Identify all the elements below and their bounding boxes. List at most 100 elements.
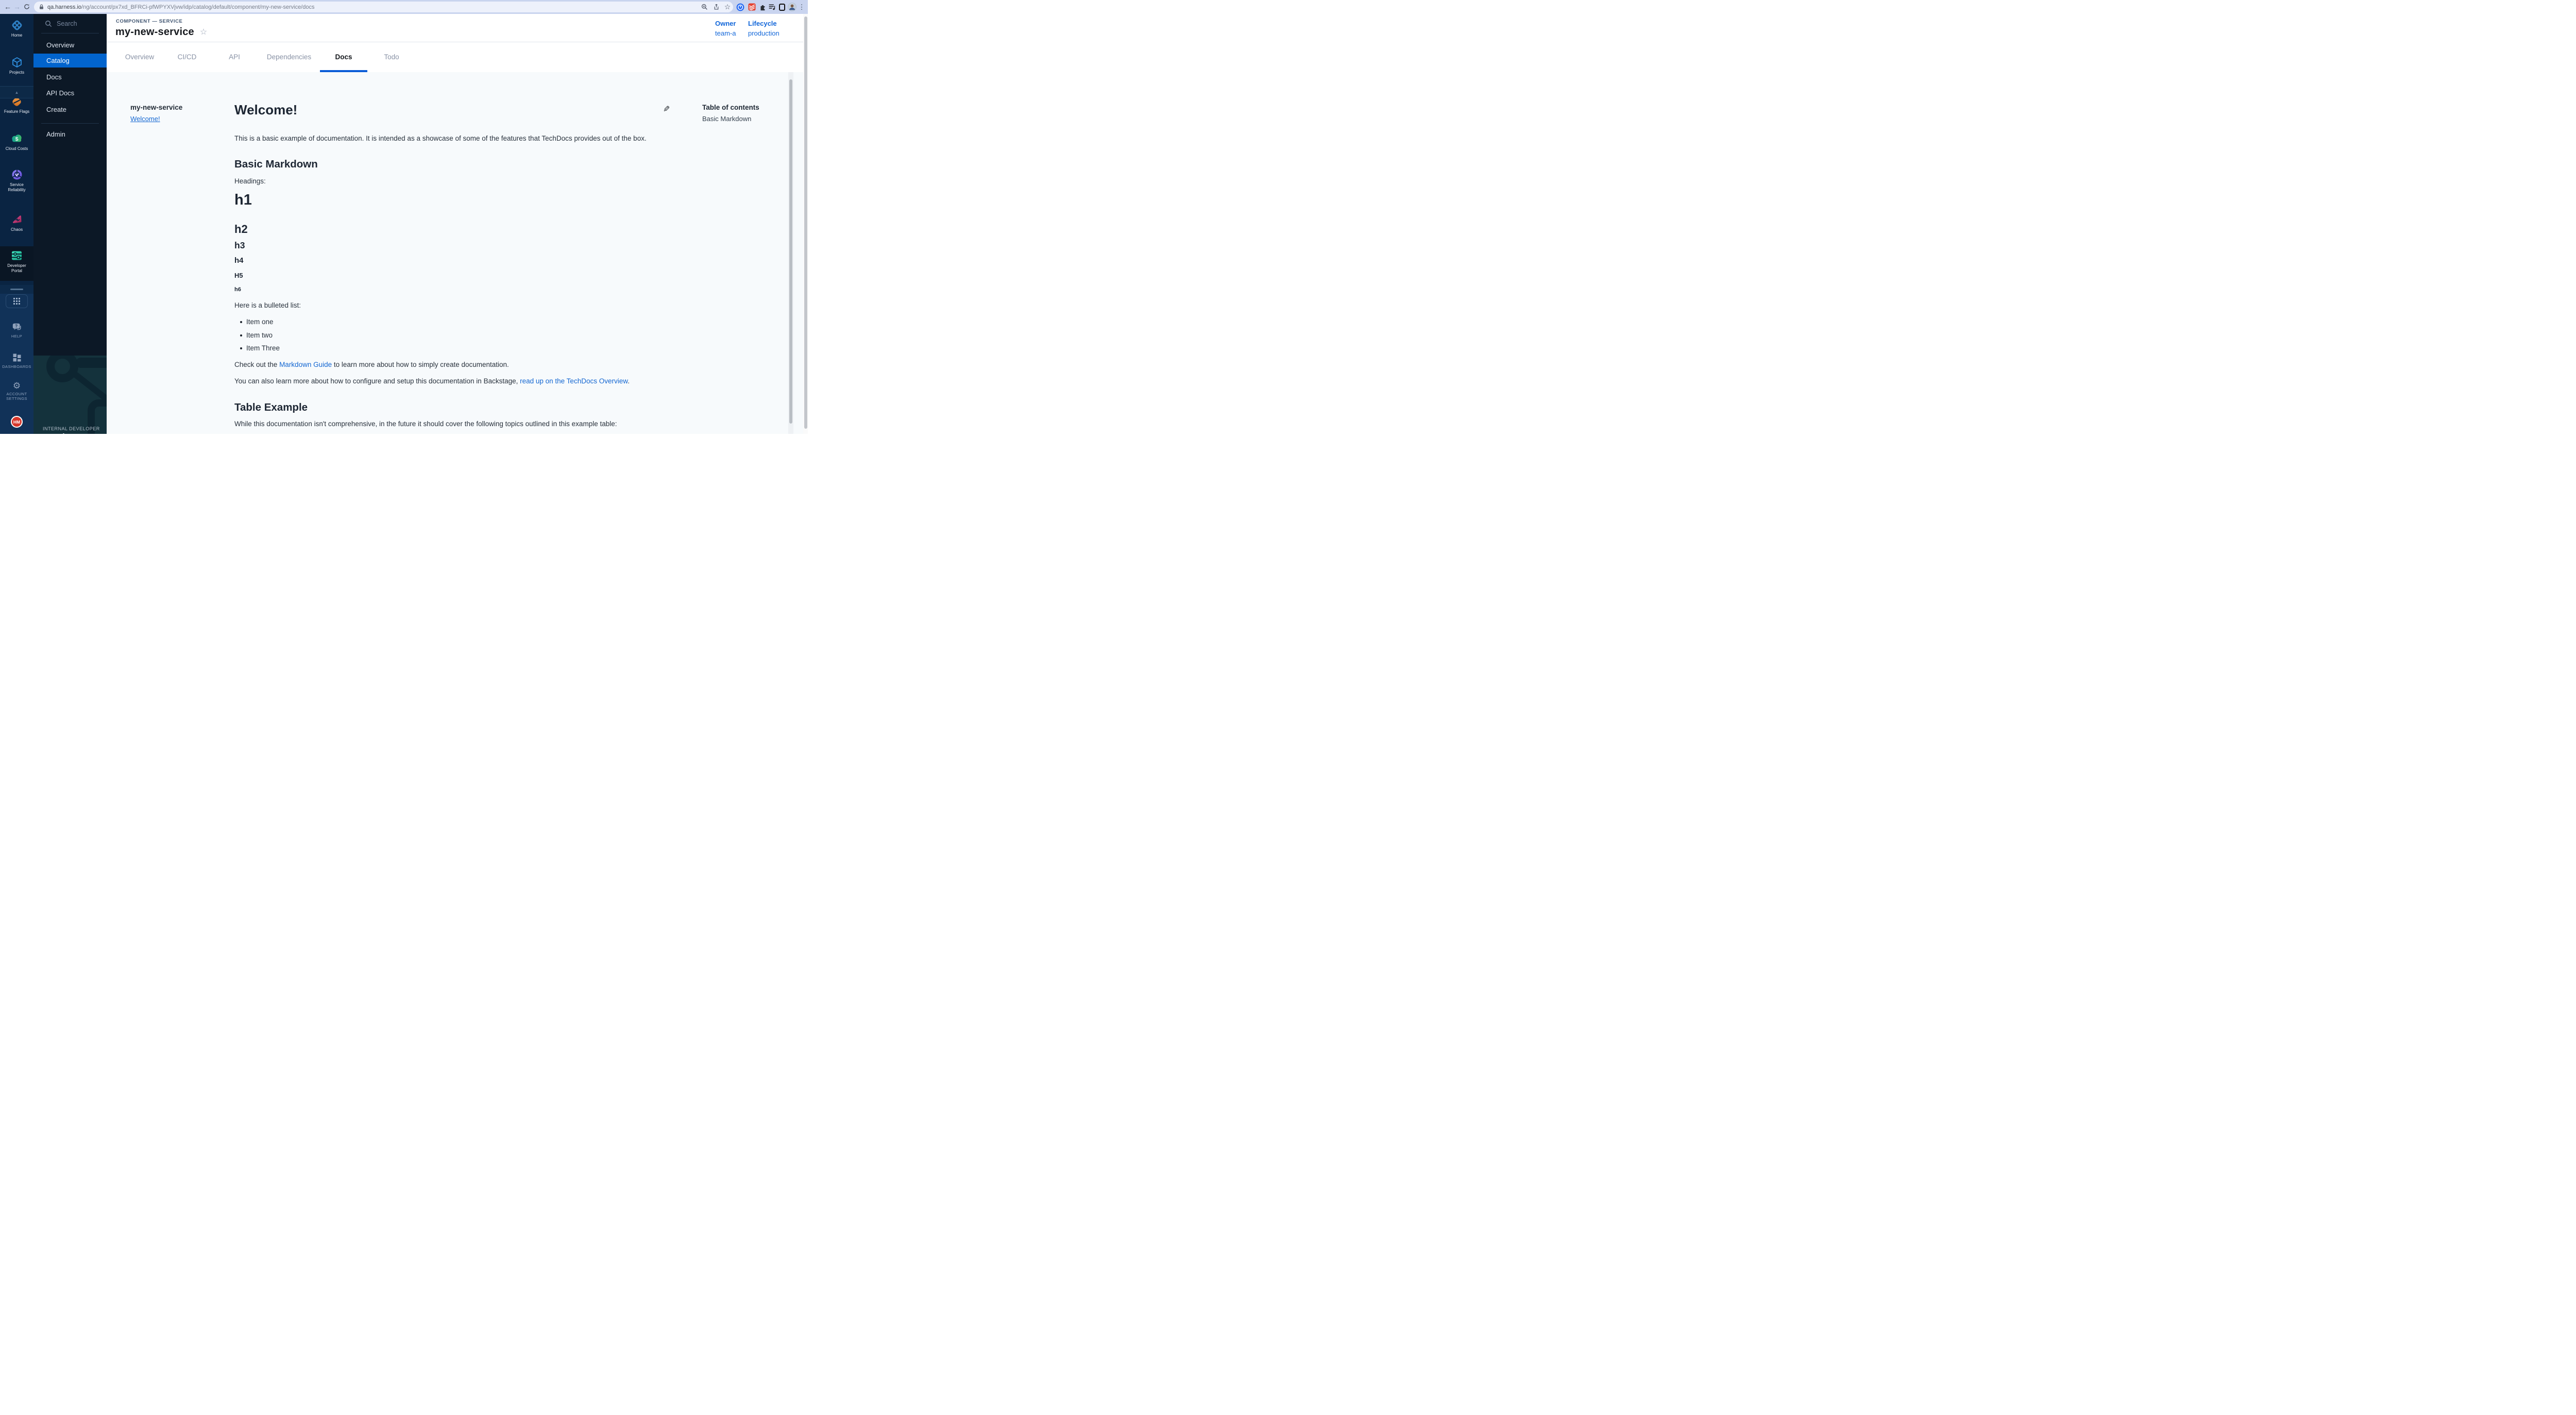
section-heading-table-example: Table Example	[234, 401, 308, 414]
module-nav-api-docs[interactable]: API Docs	[33, 86, 107, 100]
sidebar-item-account-settings[interactable]: ⚙ ACCOUNT SETTINGS	[0, 381, 33, 401]
module-sidebar: Search Overview Catalog Docs API Docs Cr…	[33, 14, 107, 434]
todoist-icon	[748, 3, 756, 11]
window-scrollbar-track	[803, 14, 808, 434]
extension-frame-button[interactable]	[777, 2, 787, 12]
tab-cicd[interactable]: CI/CD	[178, 53, 197, 61]
svg-text:?: ?	[15, 324, 18, 328]
tab-dependencies[interactable]: Dependencies	[267, 53, 311, 61]
edit-docs-pencil-button[interactable]: ✎	[663, 104, 670, 114]
owner-meta[interactable]: Owner team-a	[715, 19, 736, 39]
gear-icon: ⚙	[13, 381, 21, 390]
help-chat-icon: ?	[11, 322, 23, 332]
sidebar-scroll-up-button[interactable]: ▲	[0, 86, 33, 98]
bullet-icon	[240, 321, 242, 323]
sidebar-divider-band	[0, 285, 33, 294]
sidebar-label: Service Reliability	[3, 182, 31, 192]
sidebar-label: Cloud Costs	[6, 146, 28, 151]
module-sidebar-footer: INTERNAL DEVELOPER Portal	[33, 356, 107, 434]
projects-cube-icon	[11, 56, 23, 69]
entity-kind-breadcrumb: COMPONENT — SERVICE	[116, 19, 182, 24]
favorite-star-button[interactable]: ☆	[200, 28, 207, 37]
browser-reload-button[interactable]	[22, 0, 32, 14]
footer-eyebrow: INTERNAL DEVELOPER	[43, 426, 100, 431]
sidebar-item-chaos[interactable]: Chaos	[0, 213, 33, 232]
extension-todoist-button[interactable]	[747, 2, 757, 12]
browser-profile-avatar[interactable]	[787, 2, 797, 12]
url-path: /ng/account/px7xd_BFRCi-pfWPYXVjvw/idp/c…	[81, 4, 314, 10]
browser-back-button[interactable]: ←	[3, 0, 13, 14]
lock-icon	[39, 4, 44, 10]
docs-nav-link-welcome[interactable]: Welcome!	[130, 115, 160, 123]
sidebar-item-help[interactable]: ? HELP	[0, 322, 33, 339]
heading-sample-h2: h2	[234, 223, 248, 236]
docs-scrollbar-thumb[interactable]	[789, 79, 792, 424]
section-heading-basic-markdown: Basic Markdown	[234, 158, 318, 171]
module-nav-create[interactable]: Create	[33, 103, 107, 116]
chaos-icon	[11, 213, 23, 226]
lifecycle-value[interactable]: production	[748, 29, 779, 39]
module-nav-admin[interactable]: Admin	[33, 127, 107, 141]
sidebar-item-developer-portal[interactable]: Developer Portal	[0, 249, 33, 273]
sidebar-label: HELP	[11, 334, 22, 339]
toc-title: Table of contents	[702, 104, 759, 111]
share-button[interactable]	[711, 2, 721, 12]
list-item: Item Three	[246, 344, 280, 352]
module-nav-catalog[interactable]: Catalog	[33, 54, 107, 68]
cloud-costs-icon: $	[10, 132, 23, 145]
module-nav-docs[interactable]: Docs	[33, 70, 107, 84]
heading-sample-h3: h3	[234, 240, 245, 251]
sidebar-item-cloud-costs[interactable]: $ Cloud Costs	[0, 132, 33, 151]
user-avatar[interactable]: HM	[11, 416, 23, 428]
markdown-guide-link[interactable]: Markdown Guide	[279, 361, 332, 368]
module-switcher-button[interactable]	[6, 294, 28, 308]
browser-forward-button[interactable]: →	[12, 0, 22, 14]
markdown-guide-paragraph: Check out the Markdown Guide to learn mo…	[234, 361, 509, 368]
module-search[interactable]: Search	[33, 18, 107, 30]
sidebar-item-home[interactable]: Home	[0, 19, 33, 38]
extension-1password-button[interactable]	[735, 2, 745, 12]
sidebar-item-dashboards[interactable]: DASHBOARDS	[0, 352, 33, 369]
bookmark-star-button[interactable]: ☆	[722, 2, 733, 12]
address-bar[interactable]: qa.harness.io/ng/account/px7xd_BFRCi-pfW…	[34, 2, 733, 12]
window-scrollbar-thumb[interactable]	[804, 16, 807, 429]
chevron-up-icon: ▲	[15, 90, 19, 95]
docs-scrollbar-track	[788, 72, 793, 434]
decor-circuit-ring	[46, 356, 78, 382]
developer-portal-icon	[10, 249, 23, 262]
sidebar-label: Chaos	[11, 227, 23, 232]
owner-value[interactable]: team-a	[715, 29, 736, 39]
heading-sample-h6: h6	[234, 287, 241, 293]
docs-content-area: my-new-service Welcome! Welcome! ✎ This …	[107, 72, 804, 434]
text: Check out the	[234, 361, 279, 368]
share-icon	[713, 4, 720, 10]
module-nav-overview[interactable]: Overview	[33, 38, 107, 52]
techdocs-overview-link[interactable]: read up on the TechDocs Overview	[520, 377, 628, 385]
url-text: qa.harness.io/ng/account/px7xd_BFRCi-pfW…	[47, 4, 314, 10]
tab-todo[interactable]: Todo	[384, 53, 399, 61]
harness-home-icon	[11, 19, 23, 31]
browser-menu-kebab[interactable]: ⋮	[796, 0, 807, 14]
sidebar-item-projects[interactable]: Projects	[0, 56, 33, 75]
app-window: ← → qa.harness.io/ng/account/px7xd_BFRCi…	[0, 0, 808, 434]
search-icon	[45, 20, 52, 27]
extension-playlist-button[interactable]	[767, 2, 777, 12]
text: You can also learn more about how to con…	[234, 377, 520, 385]
sidebar-item-service-reliability[interactable]: Service Reliability	[0, 169, 33, 192]
1password-icon	[736, 3, 744, 11]
entity-header: COMPONENT — SERVICE my-new-service ☆ Own…	[107, 14, 808, 42]
svg-text:$: $	[15, 136, 19, 142]
zoom-page-button[interactable]	[699, 2, 709, 12]
sidebar-label: Developer Portal	[3, 263, 31, 273]
tab-api[interactable]: API	[229, 53, 240, 61]
list-item: Item two	[246, 331, 273, 339]
sidebar-collapse-handle[interactable]	[10, 289, 23, 290]
tab-overview[interactable]: Overview	[125, 53, 154, 61]
extensions-menu-button[interactable]	[757, 2, 767, 12]
footer-title: Portal	[43, 432, 65, 434]
lifecycle-meta[interactable]: Lifecycle production	[748, 19, 779, 39]
article-intro: This is a basic example of documentation…	[234, 134, 647, 142]
tab-docs[interactable]: Docs	[335, 53, 352, 61]
toc-item-basic-markdown[interactable]: Basic Markdown	[702, 115, 751, 123]
dashboards-icon	[12, 352, 22, 363]
